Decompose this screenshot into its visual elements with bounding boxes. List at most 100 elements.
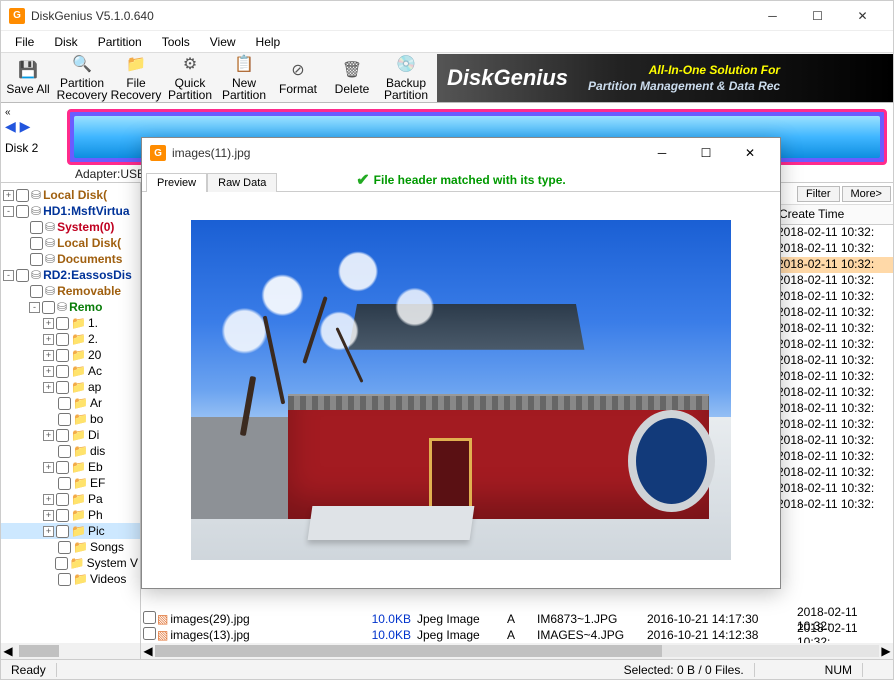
create-time-cell[interactable]: 2018-02-11 10:32:: [775, 225, 893, 241]
tree-checkbox[interactable]: [30, 253, 43, 266]
toolbar-partition-recovery[interactable]: 🔍Partition Recovery: [55, 55, 109, 101]
create-time-cell[interactable]: 2018-02-11 10:32:: [775, 257, 893, 273]
tree-checkbox[interactable]: [56, 493, 69, 506]
preview-close-button[interactable]: ✕: [728, 139, 772, 167]
maximize-button[interactable]: ☐: [795, 2, 840, 30]
tree-node[interactable]: 📁bo: [1, 411, 140, 427]
menu-disk[interactable]: Disk: [44, 33, 87, 51]
tree-node[interactable]: +📁Ac: [1, 363, 140, 379]
create-time-cell[interactable]: 2018-02-11 10:32:: [775, 273, 893, 289]
expand-icon[interactable]: +: [43, 350, 54, 361]
tree-node[interactable]: +📁Pic: [1, 523, 140, 539]
expand-icon[interactable]: +: [43, 382, 54, 393]
create-time-cell[interactable]: 2018-02-11 10:32:: [775, 337, 893, 353]
minimize-button[interactable]: ─: [750, 2, 795, 30]
tree-node[interactable]: +📁1.: [1, 315, 140, 331]
tree-node[interactable]: 📁System V: [1, 555, 140, 571]
tree-node[interactable]: 📁EF: [1, 475, 140, 491]
tree-node[interactable]: +📁Eb: [1, 459, 140, 475]
tree-checkbox[interactable]: [56, 349, 69, 362]
tree-checkbox[interactable]: [58, 573, 71, 586]
tree-node[interactable]: ⛁Documents: [1, 251, 140, 267]
tree-checkbox[interactable]: [30, 221, 43, 234]
tree-node[interactable]: +📁20: [1, 347, 140, 363]
collapse-icon[interactable]: -: [29, 302, 40, 313]
row-checkbox[interactable]: [143, 627, 156, 640]
toolbar-quick-partition[interactable]: ⚙Quick Partition: [163, 55, 217, 101]
tab-raw-data[interactable]: Raw Data: [207, 173, 277, 192]
close-button[interactable]: ✕: [840, 2, 885, 30]
collapse-icon[interactable]: -: [3, 206, 14, 217]
expand-icon[interactable]: +: [3, 190, 14, 201]
expand-icon[interactable]: +: [43, 494, 54, 505]
preview-maximize-button[interactable]: ☐: [684, 139, 728, 167]
disk-nav-arrows[interactable]: ◀ ▶: [5, 118, 57, 135]
menu-file[interactable]: File: [5, 33, 44, 51]
preview-minimize-button[interactable]: ─: [640, 139, 684, 167]
tree-checkbox[interactable]: [16, 205, 29, 218]
expand-icon[interactable]: +: [43, 334, 54, 345]
file-row[interactable]: ▧images(13).jpg10.0KBJpeg ImageAIMAGES~4…: [141, 627, 893, 643]
tab-preview[interactable]: Preview: [146, 173, 207, 192]
tree-checkbox[interactable]: [58, 397, 71, 410]
tree-checkbox[interactable]: [42, 301, 55, 314]
horizontal-scrollbar[interactable]: ◀ ▶: [141, 643, 893, 659]
tree-checkbox[interactable]: [58, 541, 71, 554]
menu-help[interactable]: Help: [246, 33, 291, 51]
tree-node[interactable]: +📁Ph: [1, 507, 140, 523]
tree-node[interactable]: ⛁System(0): [1, 219, 140, 235]
tree-checkbox[interactable]: [16, 269, 29, 282]
column-header-create-time[interactable]: Create Time: [775, 205, 893, 225]
tree-checkbox[interactable]: [56, 429, 69, 442]
tree-node[interactable]: ⛁Local Disk(: [1, 235, 140, 251]
tree-node[interactable]: +📁Di: [1, 427, 140, 443]
tree-node[interactable]: +📁2.: [1, 331, 140, 347]
row-checkbox[interactable]: [143, 611, 156, 624]
tree-node[interactable]: 📁Songs: [1, 539, 140, 555]
file-row[interactable]: ▧images(29).jpg10.0KBJpeg ImageAIM6873~1…: [141, 611, 893, 627]
tree-pane[interactable]: +⛁Local Disk(-⛁HD1:MsftVirtua⛁System(0)⛁…: [1, 183, 141, 659]
create-time-cell[interactable]: 2018-02-11 10:32:: [775, 449, 893, 465]
expand-icon[interactable]: +: [43, 526, 54, 537]
tree-node[interactable]: +📁Pa: [1, 491, 140, 507]
tree-node[interactable]: ⛁Removable: [1, 283, 140, 299]
menu-view[interactable]: View: [200, 33, 246, 51]
create-time-cell[interactable]: 2018-02-11 10:32:: [775, 465, 893, 481]
toolbar-backup-partition[interactable]: 💿Backup Partition: [379, 55, 433, 101]
menu-partition[interactable]: Partition: [88, 33, 152, 51]
tree-checkbox[interactable]: [56, 365, 69, 378]
tree-checkbox[interactable]: [56, 381, 69, 394]
tree-checkbox[interactable]: [58, 413, 71, 426]
create-time-cell[interactable]: 2018-02-11 10:32:: [775, 241, 893, 257]
create-time-cell[interactable]: 2018-02-11 10:32:: [775, 401, 893, 417]
tree-node[interactable]: -⛁Remo: [1, 299, 140, 315]
tree-checkbox[interactable]: [56, 461, 69, 474]
create-time-cell[interactable]: 2018-02-11 10:32:: [775, 321, 893, 337]
tree-node[interactable]: -⛁RD2:EassosDis: [1, 267, 140, 283]
create-time-cell[interactable]: 2018-02-11 10:32:: [775, 369, 893, 385]
tree-checkbox[interactable]: [56, 333, 69, 346]
expand-icon[interactable]: +: [43, 510, 54, 521]
tree-checkbox[interactable]: [56, 525, 69, 538]
create-time-cell[interactable]: 2018-02-11 10:32:: [775, 433, 893, 449]
create-time-cell[interactable]: 2018-02-11 10:32:: [775, 481, 893, 497]
toolbar-file-recovery[interactable]: 📁File Recovery: [109, 55, 163, 101]
tree-checkbox[interactable]: [16, 189, 29, 202]
tree-scrollbar[interactable]: ◀: [1, 643, 140, 659]
create-time-cell[interactable]: 2018-02-11 10:32:: [775, 417, 893, 433]
expand-icon[interactable]: +: [43, 366, 54, 377]
tree-node[interactable]: 📁dis: [1, 443, 140, 459]
tree-checkbox[interactable]: [58, 445, 71, 458]
tree-node[interactable]: -⛁HD1:MsftVirtua: [1, 203, 140, 219]
tree-checkbox[interactable]: [58, 477, 71, 490]
create-time-cell[interactable]: 2018-02-11 10:32:: [775, 289, 893, 305]
tree-node[interactable]: 📁Ar: [1, 395, 140, 411]
collapse-icon[interactable]: -: [3, 270, 14, 281]
tree-node[interactable]: +⛁Local Disk(: [1, 187, 140, 203]
create-time-cell[interactable]: 2018-02-11 10:32:: [775, 385, 893, 401]
create-time-cell[interactable]: 2018-02-11 10:32:: [775, 305, 893, 321]
create-time-cell[interactable]: 2018-02-11 10:32:: [775, 497, 893, 513]
expand-icon[interactable]: +: [43, 462, 54, 473]
create-time-cell[interactable]: 2018-02-11 10:32:: [775, 353, 893, 369]
tree-checkbox[interactable]: [30, 285, 43, 298]
